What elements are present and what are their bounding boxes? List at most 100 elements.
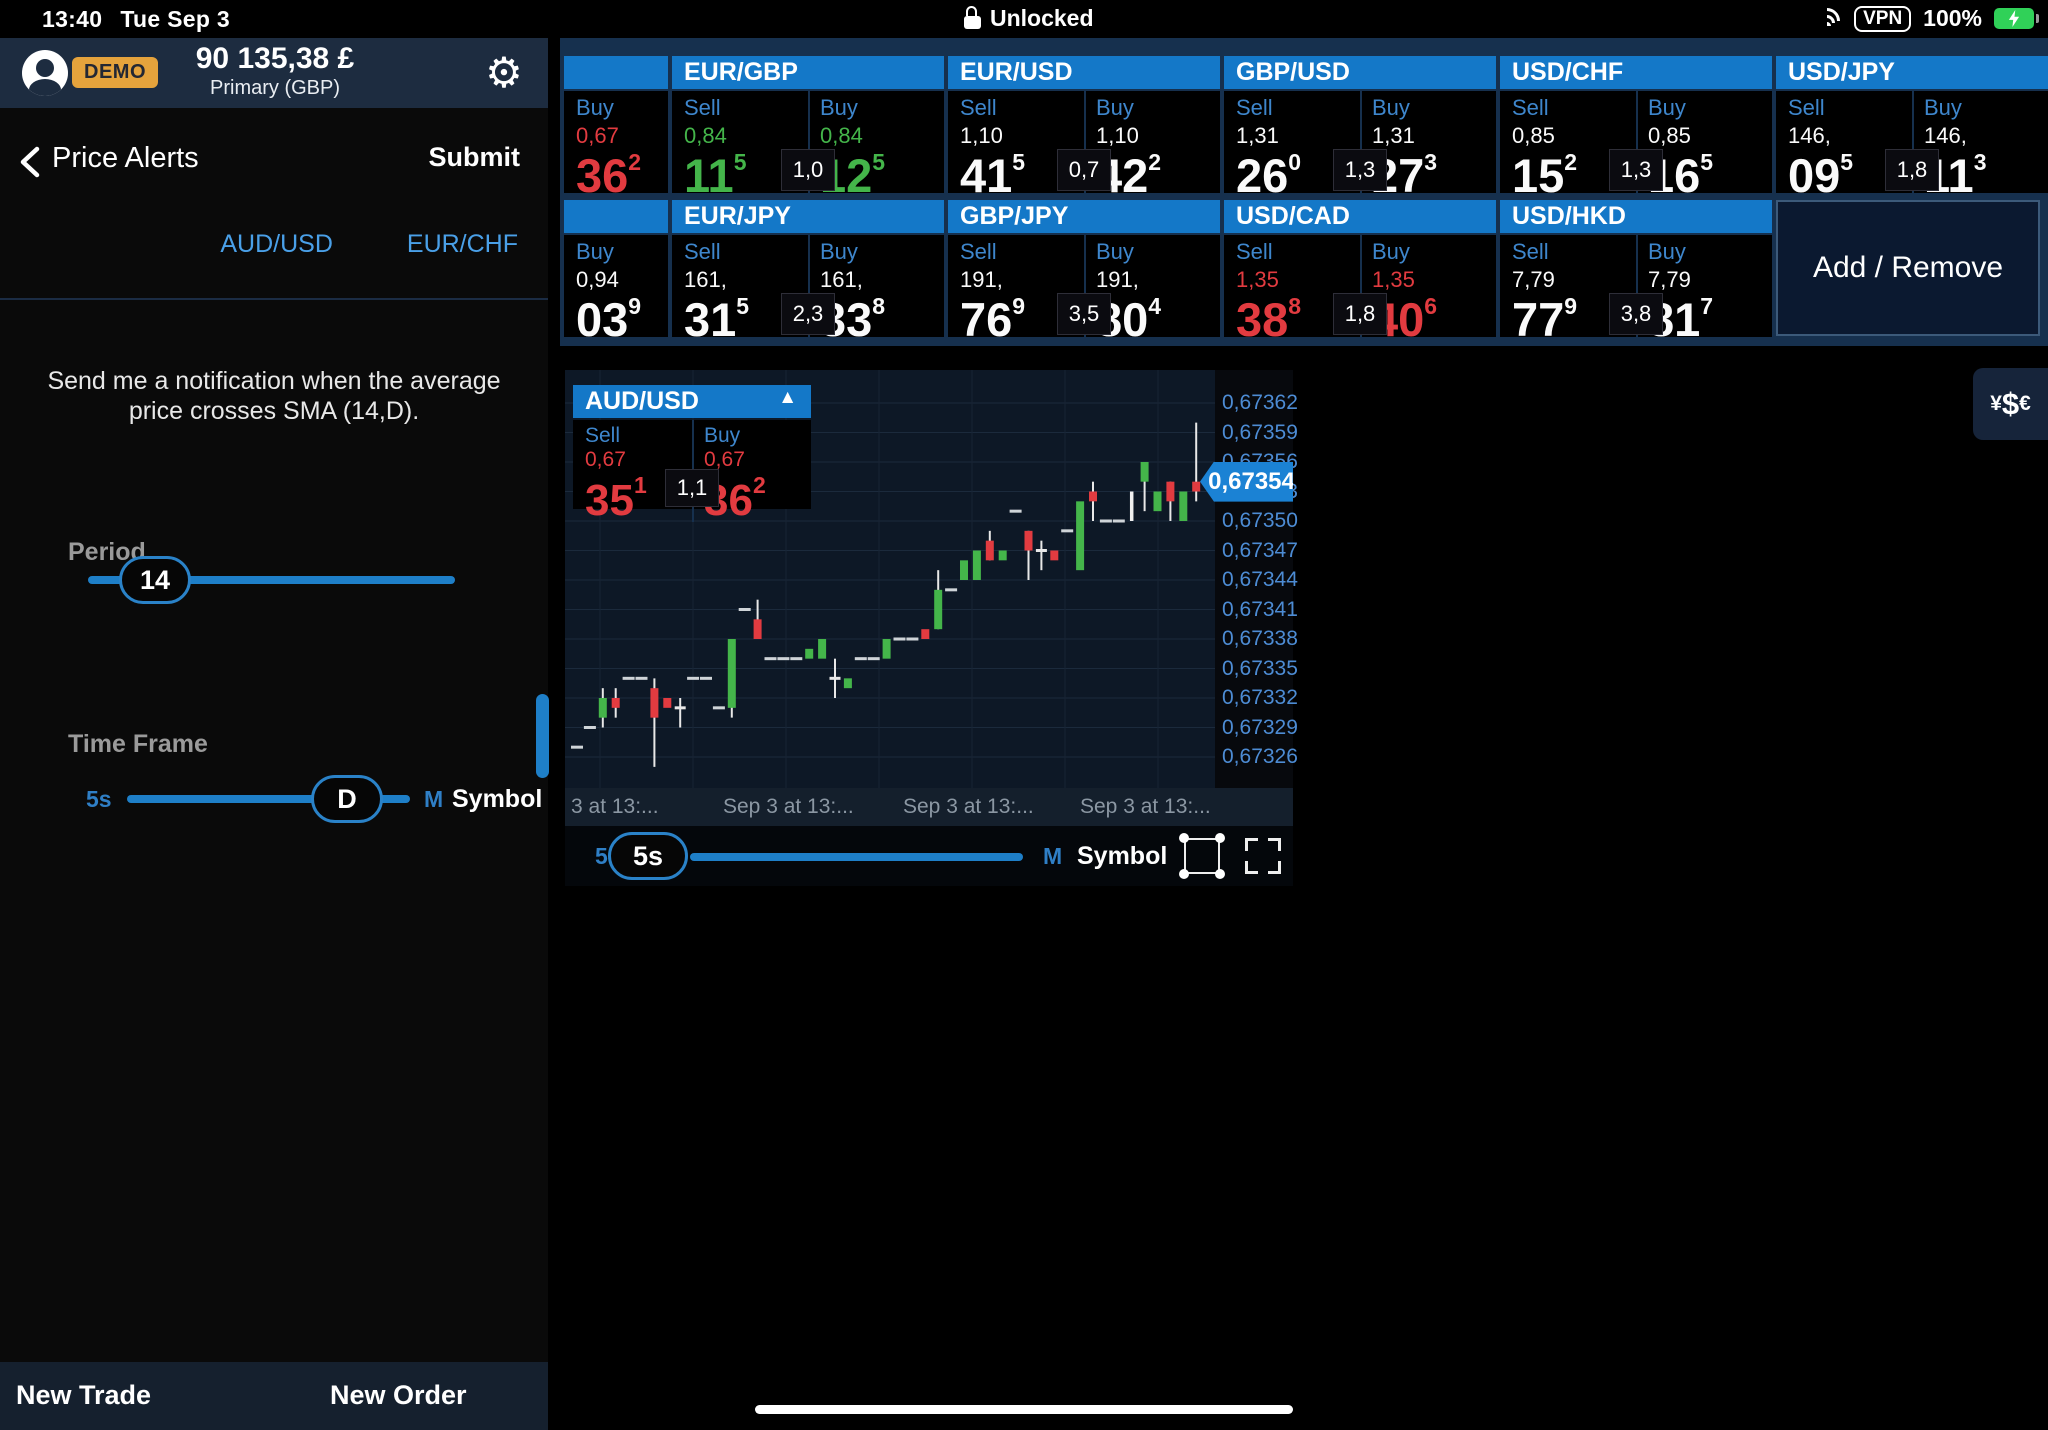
tab-aud-usd[interactable]: AUD/USD [220,230,333,266]
new-trade-button[interactable]: New Trade [16,1380,151,1411]
divider [0,298,548,300]
spread-value: 1,3 [1609,149,1663,191]
time-frame-slider-handle[interactable]: D [311,775,383,823]
quote-tile-usd-hkd[interactable]: USD/HKDSell7,79779Buy7,798173,8 [1500,200,1772,337]
buy-price: 804 [1096,293,1220,342]
x-axis-label: 3 at 13:... [571,795,659,819]
buy-price-sup: 5 [872,149,885,175]
pair-header: EUR/USD [948,56,1220,89]
quote-tile[interactable]: Buy0,94039 [564,200,668,337]
quote-tile-eur-gbp[interactable]: EUR/GBPSell0,84115Buy0,841251,0 [672,56,944,193]
buy-price-prefix: 0,85 [1648,123,1772,149]
chart-x-axis: 3 at 13:... Sep 3 at 13:... Sep 3 at 13:… [565,788,1293,826]
pair-header: USD/JPY [1776,56,2048,89]
buy-label: Buy [1096,239,1220,265]
buy-price-sup: 9 [628,293,641,319]
chart-timeframe-slider-handle[interactable]: 5s [608,832,688,880]
submit-button[interactable]: Submit [429,142,521,173]
chart-pair-header[interactable]: AUD/USD ▲ [573,385,811,418]
page-title: Price Alerts [52,142,199,175]
add-remove-button[interactable]: Add / Remove [1776,200,2040,336]
avatar[interactable] [22,50,68,96]
buy-button[interactable]: Buy0,94039 [564,235,616,337]
collapse-triangle-icon[interactable]: ▲ [778,387,797,418]
account-balance: 90 135,38 £ [140,42,410,76]
sell-price-sup: 0 [1288,149,1301,175]
sell-price-big: 77 [1512,293,1564,346]
quote-tile-usd-chf[interactable]: USD/CHFSell0,85152Buy0,851651,3 [1500,56,1772,193]
buy-price-sup: 2 [628,149,641,175]
back-chevron-icon[interactable] [16,146,46,178]
gear-icon[interactable]: ⚙ [478,46,530,98]
lock-status-label: Unlocked [990,5,1094,32]
buy-price-prefix: 0,94 [576,267,616,293]
quote-tile-gbp-usd[interactable]: GBP/USDSell1,31260Buy1,312731,3 [1224,56,1496,193]
sell-label: Sell [960,239,1084,265]
current-price-tag: 0,67354 [1200,462,1293,502]
sell-label: Sell [684,95,808,121]
buy-price-prefix: 161, [820,267,944,293]
buy-price: 039 [576,293,616,342]
sell-price-prefix: 0,84 [684,123,808,149]
buy-price-sup: 8 [872,293,885,319]
y-axis-label: 0,67332 [1222,686,1298,710]
quote-tile-eur-usd[interactable]: EUR/USDSell1,10415Buy1,104220,7 [948,56,1220,193]
buy-price-big: 03 [576,293,628,346]
buy-label: Buy [576,239,616,265]
buy-price-prefix: 7,79 [1648,267,1772,293]
buy-price-sup: 5 [1700,149,1713,175]
tile-body: Sell1,31260Buy1,312731,3 [1224,91,1496,193]
buy-price: 165 [1648,149,1772,198]
quote-tile-gbp-jpy[interactable]: GBP/JPYSell191,769Buy191,8043,5 [948,200,1220,337]
alert-tabs: AUD/USD EUR/CHF [0,230,548,266]
sell-label: Sell [684,239,808,265]
quote-tile-usd-cad[interactable]: USD/CADSell1,35388Buy1,354061,8 [1224,200,1496,337]
buy-label: Buy [1372,95,1496,121]
sell-price-big: 09 [1788,149,1840,202]
sell-price-prefix: 0,85 [1512,123,1636,149]
buy-price-sup: 6 [1424,293,1437,319]
currency-selector-flyout[interactable]: ¥$€ [1973,368,2048,440]
status-time-date: 13:40Tue Sep 3 [42,6,230,33]
pair-header: GBP/USD [1224,56,1496,89]
buy-label: Buy [1648,239,1772,265]
chart-quote-box[interactable]: AUD/USD ▲ Sell 0,67 351 Buy 0,67 362 1,1 [573,385,811,509]
time-frame-min-label: 5s [86,786,112,813]
quote-tile-usd-jpy[interactable]: USD/JPYSell146,095Buy146,1131,8 [1776,56,2048,193]
time-frame-max-label: M [424,786,443,813]
buy-price: 338 [820,293,944,342]
box-select-icon[interactable] [1184,838,1220,874]
y-axis-label: 0,67350 [1222,509,1298,533]
home-indicator[interactable] [755,1405,1293,1414]
x-axis-label: Sep 3 at 13:... [903,795,1034,819]
battery-icon [1994,8,2034,29]
symbol-label[interactable]: Symbol [452,785,542,814]
status-bar: 13:40Tue Sep 3 Unlocked VPN 100% [0,0,2048,38]
buy-price-prefix: 0,67 [576,123,616,149]
chart-symbol-label[interactable]: Symbol [1077,842,1167,871]
buy-price-sup: 2 [1148,149,1161,175]
account-summary[interactable]: 90 135,38 £ Primary (GBP) [140,42,410,100]
yen-symbol: ¥ [1990,392,2002,416]
sell-price-big: 31 [684,293,736,346]
tile-body: Sell1,35388Buy1,354061,8 [1224,235,1496,337]
sell-price-prefix: 161, [684,267,808,293]
sell-price-prefix: 1,31 [1236,123,1360,149]
new-order-button[interactable]: New Order [330,1380,467,1411]
buy-price-sup: 3 [1974,149,1987,175]
fullscreen-icon[interactable] [1245,838,1281,874]
quote-tile[interactable]: Buy0,67362 [564,56,668,193]
chart-y-axis: 0,673620,673590,673560,673530,673500,673… [1215,370,1293,788]
chart-timeframe-slider-track[interactable] [690,853,1023,861]
sell-price-sup: 1 [634,472,647,498]
buy-price: 125 [820,149,944,198]
scrollbar[interactable] [536,694,549,778]
quote-tile-eur-jpy[interactable]: EUR/JPYSell161,315Buy161,3382,3 [672,200,944,337]
tab-eur-chf[interactable]: EUR/CHF [407,230,518,266]
buy-button[interactable]: Buy0,67362 [564,91,616,193]
buy-price-prefix: 0,84 [820,123,944,149]
buy-price-sup: 7 [1700,293,1713,319]
sell-price-big: 15 [1512,149,1564,202]
period-slider-handle[interactable]: 14 [119,556,191,604]
buy-price-sup: 3 [1424,149,1437,175]
